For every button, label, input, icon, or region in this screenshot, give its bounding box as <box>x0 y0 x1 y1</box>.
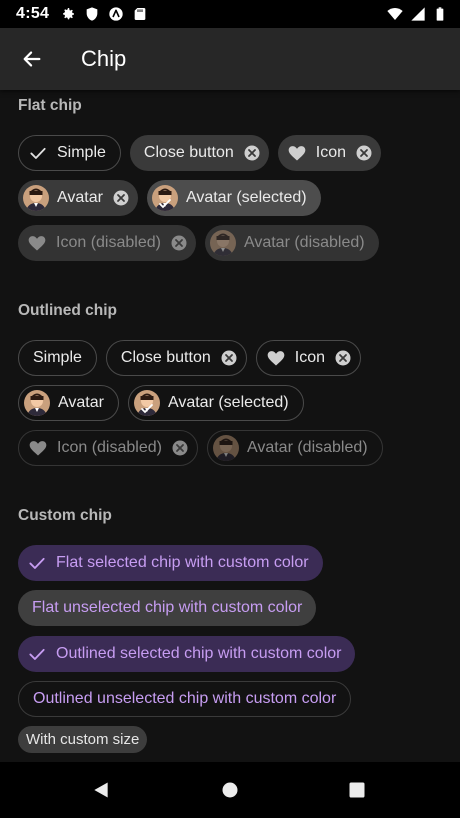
outlined-row-1: Simple Close button Icon <box>18 340 361 376</box>
custom-chip-custom-size[interactable]: With custom size <box>18 726 148 753</box>
chip-label: Outlined unselected chip with custom col… <box>33 690 337 707</box>
outlined-chip-avatar-selected[interactable]: Avatar (selected) <box>127 385 304 421</box>
custom-chip-outlined-selected[interactable]: Outlined selected chip with custom color <box>18 636 356 672</box>
close-icon[interactable] <box>243 144 261 162</box>
flat-chip-avatar-disabled: Avatar (disabled) <box>204 225 379 261</box>
flat-row-3: Icon (disabled) Avatar (disabled) <box>18 225 379 261</box>
chip-label: Simple <box>57 144 106 161</box>
avatar <box>210 230 236 256</box>
section-title-custom: Custom chip <box>18 507 112 524</box>
shield-icon <box>86 7 98 21</box>
close-icon[interactable] <box>112 189 130 207</box>
avatar <box>24 390 50 416</box>
flat-chip-simple[interactable]: Simple <box>18 135 121 171</box>
circle-home-icon <box>222 782 238 798</box>
outlined-chip-icon[interactable]: Icon <box>255 340 361 376</box>
flat-chip-avatar-selected[interactable]: Avatar (selected) <box>146 180 321 216</box>
check-icon <box>141 404 153 414</box>
custom-row-3: Outlined selected chip with custom color <box>18 636 356 672</box>
chip-label: Flat selected chip with custom color <box>56 554 309 571</box>
custom-chip-outlined-unselected[interactable]: Outlined unselected chip with custom col… <box>18 681 352 717</box>
heart-icon <box>27 437 49 459</box>
close-icon[interactable] <box>355 144 373 162</box>
flat-chip-icon[interactable]: Icon <box>277 135 381 171</box>
avatar <box>134 390 160 416</box>
heart-icon <box>286 142 308 164</box>
outlined-chip-icon-disabled: Icon (disabled) <box>18 430 198 466</box>
chip-label: Icon (disabled) <box>56 234 161 251</box>
flat-chip-close-button[interactable]: Close button <box>129 135 269 171</box>
custom-row-1: Flat selected chip with custom color <box>18 545 323 581</box>
check-icon <box>26 643 48 665</box>
outlined-chip-avatar-disabled: Avatar (disabled) <box>206 430 383 466</box>
battery-icon <box>436 7 444 21</box>
chip-label: Avatar (selected) <box>185 189 307 206</box>
chip-label: Avatar <box>58 394 104 411</box>
square-recents-icon <box>349 782 365 798</box>
check-icon <box>159 199 171 209</box>
close-icon[interactable] <box>220 349 238 367</box>
app-bar: Chip <box>0 28 460 90</box>
status-bar: 4:54 <box>0 0 460 28</box>
close-icon <box>170 234 188 252</box>
chip-label: Close button <box>120 349 211 366</box>
chip-label: Avatar (disabled) <box>243 234 365 251</box>
signal-icon <box>411 7 425 21</box>
custom-row-4: Outlined unselected chip with custom col… <box>18 681 352 717</box>
chip-list[interactable]: Flat chip Simple Close button Icon Avata… <box>0 90 460 762</box>
sd-card-icon <box>134 8 146 20</box>
chip-label: Avatar (disabled) <box>246 439 368 456</box>
section-title-outlined: Outlined chip <box>18 302 118 319</box>
app-logo-icon <box>109 7 123 21</box>
outlined-chip-close-button[interactable]: Close button <box>105 340 247 376</box>
outlined-row-3: Icon (disabled) Avatar (disabled) <box>18 430 383 466</box>
system-navigation-bar <box>0 762 460 818</box>
flat-chip-avatar[interactable]: Avatar <box>18 180 138 216</box>
custom-row-5: With custom size <box>18 726 148 753</box>
nav-home-button[interactable] <box>218 778 242 802</box>
chip-label: Icon <box>315 144 346 161</box>
close-icon <box>171 439 189 457</box>
wifi-icon <box>387 8 403 20</box>
outlined-chip-avatar[interactable]: Avatar <box>18 385 119 421</box>
chip-label: Avatar <box>57 189 103 206</box>
chip-label: Close button <box>143 144 234 161</box>
chip-label: Simple <box>33 349 82 366</box>
chip-label: Outlined selected chip with custom color <box>56 645 342 662</box>
page-title: Chip <box>81 46 127 71</box>
custom-row-2: Flat unselected chip with custom color <box>18 590 317 626</box>
avatar <box>23 185 49 211</box>
section-title-flat: Flat chip <box>18 97 82 114</box>
heart-icon <box>265 347 287 369</box>
flat-chip-icon-disabled: Icon (disabled) <box>18 225 196 261</box>
avatar <box>213 435 239 461</box>
status-time: 4:54 <box>16 5 50 22</box>
check-icon <box>27 142 49 164</box>
nav-back-button[interactable] <box>89 778 113 802</box>
close-icon[interactable] <box>334 349 352 367</box>
back-button[interactable] <box>12 39 52 79</box>
chip-label: Avatar (selected) <box>167 394 289 411</box>
status-right-icons <box>386 6 448 22</box>
status-left-icons <box>60 6 148 22</box>
gear-icon <box>63 8 74 20</box>
heart-icon <box>26 232 48 254</box>
flat-row-2: Avatar Avatar (selected) <box>18 180 321 216</box>
chip-label: With custom size <box>26 731 140 748</box>
custom-chip-flat-unselected[interactable]: Flat unselected chip with custom color <box>18 590 317 626</box>
check-icon <box>26 552 48 574</box>
outlined-row-2: Avatar Avatar (selected) <box>18 385 304 421</box>
triangle-back-icon <box>94 782 108 798</box>
custom-chip-flat-selected[interactable]: Flat selected chip with custom color <box>18 545 323 581</box>
nav-recents-button[interactable] <box>345 778 369 802</box>
chip-label: Flat unselected chip with custom color <box>32 599 303 616</box>
chip-label: Icon (disabled) <box>57 439 162 456</box>
arrow-back-icon <box>23 51 41 67</box>
chip-label: Icon <box>294 349 325 366</box>
outlined-chip-simple[interactable]: Simple <box>18 340 97 376</box>
avatar <box>152 185 178 211</box>
flat-row-1: Simple Close button Icon <box>18 135 381 171</box>
